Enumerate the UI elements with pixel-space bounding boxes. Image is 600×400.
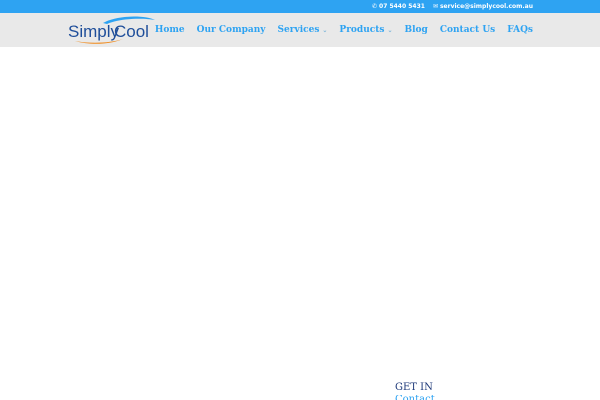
chevron-down-icon: ⌄ xyxy=(322,26,328,34)
nav-blog-label: Blog xyxy=(404,25,428,35)
nav-contact-us[interactable]: Contact Us xyxy=(440,25,495,35)
phone-link[interactable]: ✆ 07 5440 5431 xyxy=(372,3,425,10)
envelope-icon: ✉ xyxy=(432,2,438,10)
nav-faqs-label: FAQs xyxy=(507,25,533,35)
logo-graphic: Simply Cool xyxy=(68,16,155,44)
phone-number: 07 5440 5431 xyxy=(379,3,425,10)
phone-icon: ✆ xyxy=(371,2,378,10)
top-bar: ✆ 07 5440 5431 ✉ service@simplycool.com.… xyxy=(0,0,600,13)
nav-services[interactable]: Services ⌄ xyxy=(278,25,328,35)
get-in-heading-continued: Contact xyxy=(395,395,435,400)
nav-contact-us-label: Contact Us xyxy=(439,25,496,35)
chevron-down-icon: ⌄ xyxy=(387,26,393,34)
get-in-heading: GET IN xyxy=(395,382,433,393)
nav-products[interactable]: Products ⌄ xyxy=(339,25,392,35)
email-address: service@simplycool.com.au xyxy=(439,3,533,10)
nav-home-label: Home xyxy=(154,25,185,35)
logo-text-simply: Simply xyxy=(68,22,120,41)
nav-faqs[interactable]: FAQs xyxy=(507,25,533,35)
nav-our-company[interactable]: Our Company xyxy=(197,25,266,35)
main-content-area xyxy=(0,47,600,400)
nav-services-label: Services xyxy=(277,25,320,35)
nav-our-company-label: Our Company xyxy=(196,25,266,35)
site-header: Simply Cool Home Our Company Services ⌄ … xyxy=(0,13,600,47)
nav-blog[interactable]: Blog xyxy=(405,25,428,35)
nav-products-label: Products xyxy=(339,25,385,35)
main-nav: Home Our Company Services ⌄ Products ⌄ B… xyxy=(155,13,533,47)
email-link[interactable]: ✉ service@simplycool.com.au xyxy=(433,3,533,10)
nav-home[interactable]: Home xyxy=(155,25,185,35)
logo-text-cool: Cool xyxy=(114,22,149,41)
simplycool-logo[interactable]: Simply Cool xyxy=(67,15,159,45)
